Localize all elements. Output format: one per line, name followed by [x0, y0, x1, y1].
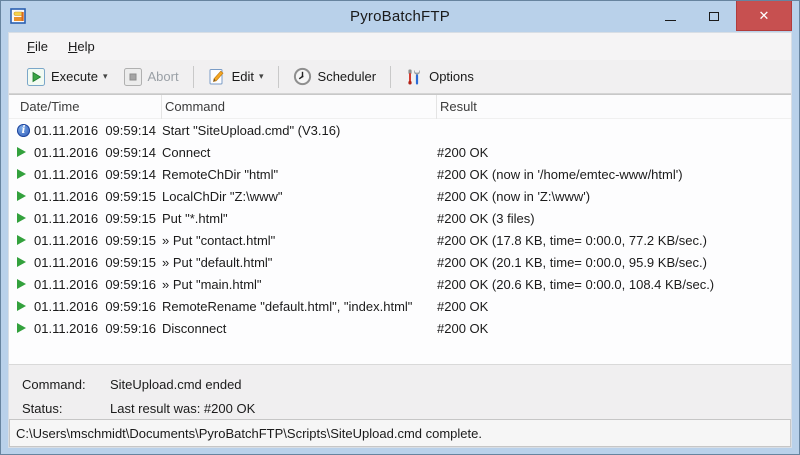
- table-row[interactable]: 01.11.2016 09:59:15 » Put "contact.html"…: [9, 229, 791, 251]
- toolbar-separator: [390, 66, 391, 88]
- statusbar-text: C:\Users\mschmidt\Documents\PyroBatchFTP…: [16, 426, 482, 441]
- table-row[interactable]: 01.11.2016 09:59:16 Disconnect #200 OK: [9, 317, 791, 339]
- abort-icon: [124, 68, 142, 86]
- column-header-command[interactable]: Command: [162, 95, 437, 119]
- table-row[interactable]: 01.11.2016 09:59:14 Start "SiteUpload.cm…: [9, 119, 791, 141]
- row-command: Put "*.html": [162, 211, 437, 226]
- column-header-datetime[interactable]: Date/Time: [17, 95, 162, 119]
- row-result: #200 OK: [437, 299, 791, 314]
- close-button[interactable]: ✕: [736, 1, 792, 31]
- menubar: File Help: [9, 33, 791, 60]
- scheduler-button[interactable]: Scheduler: [285, 63, 385, 90]
- edit-dropdown-caret: ▾: [259, 71, 264, 82]
- options-label: Options: [429, 69, 474, 84]
- table-row[interactable]: 01.11.2016 09:59:15 LocalChDir "Z:\www" …: [9, 185, 791, 207]
- play-icon: [17, 147, 26, 157]
- abort-button[interactable]: Abort: [116, 64, 187, 90]
- toolbar-separator: [278, 66, 279, 88]
- abort-label: Abort: [148, 69, 179, 84]
- log-header: Date/Time Command Result: [9, 95, 791, 119]
- play-icon: [17, 235, 26, 245]
- row-result: #200 OK (20.6 KB, time= 0:00.0, 108.4 KB…: [437, 277, 791, 292]
- play-icon: [17, 279, 26, 289]
- row-datetime: 01.11.2016 09:59:14: [34, 145, 162, 160]
- row-command: » Put "default.html": [162, 255, 437, 270]
- menu-file[interactable]: File: [17, 35, 58, 58]
- statusbar: C:\Users\mschmidt\Documents\PyroBatchFTP…: [9, 419, 791, 447]
- row-result: #200 OK (3 files): [437, 211, 791, 226]
- row-datetime: 01.11.2016 09:59:14: [34, 123, 162, 138]
- info-icon: [17, 124, 30, 137]
- command-value: SiteUpload.cmd ended: [110, 377, 242, 392]
- column-header-result[interactable]: Result: [437, 95, 791, 119]
- scheduler-icon: [293, 67, 312, 86]
- row-command: RemoteRename "default.html", "index.html…: [162, 299, 437, 314]
- row-result: #200 OK (17.8 KB, time= 0:00.0, 77.2 KB/…: [437, 233, 791, 248]
- execute-label: Execute: [51, 69, 98, 84]
- play-icon: [17, 257, 26, 267]
- table-row[interactable]: 01.11.2016 09:59:14 Connect #200 OK: [9, 141, 791, 163]
- row-datetime: 01.11.2016 09:59:16: [34, 277, 162, 292]
- menu-help[interactable]: Help: [58, 35, 105, 58]
- edit-label: Edit: [232, 69, 254, 84]
- row-datetime: 01.11.2016 09:59:16: [34, 299, 162, 314]
- status-label: Status:: [22, 401, 110, 416]
- row-datetime: 01.11.2016 09:59:14: [34, 167, 162, 182]
- command-label: Command:: [22, 377, 110, 392]
- play-icon: [17, 169, 26, 179]
- minimize-button[interactable]: [648, 1, 692, 31]
- play-icon: [17, 191, 26, 201]
- row-command: LocalChDir "Z:\www": [162, 189, 437, 204]
- row-datetime: 01.11.2016 09:59:15: [34, 189, 162, 204]
- toolbar-separator: [193, 66, 194, 88]
- row-result: #200 OK (now in '/home/emtec-www/html'): [437, 167, 791, 182]
- table-row[interactable]: 01.11.2016 09:59:14 RemoteChDir "html" #…: [9, 163, 791, 185]
- row-command: RemoteChDir "html": [162, 167, 437, 182]
- row-result: #200 OK: [437, 145, 791, 160]
- log-listview: Date/Time Command Result 01.11.2016 09:5…: [9, 94, 791, 364]
- titlebar: PyroBatchFTP ✕: [1, 1, 799, 32]
- row-command: Disconnect: [162, 321, 437, 336]
- play-icon: [17, 323, 26, 333]
- row-command: » Put "contact.html": [162, 233, 437, 248]
- app-window: PyroBatchFTP ✕ File Help: [0, 0, 800, 455]
- close-icon: ✕: [759, 9, 770, 22]
- execute-dropdown-caret: ▾: [103, 71, 108, 82]
- minimize-icon: [665, 20, 676, 21]
- execute-icon: [27, 68, 45, 86]
- edit-icon: [208, 68, 226, 86]
- table-row[interactable]: 01.11.2016 09:59:16 RemoteRename "defaul…: [9, 295, 791, 317]
- status-panel: Command: SiteUpload.cmd ended Status: La…: [9, 364, 791, 419]
- row-datetime: 01.11.2016 09:59:15: [34, 255, 162, 270]
- row-command: » Put "main.html": [162, 277, 437, 292]
- maximize-button[interactable]: [692, 1, 736, 31]
- row-result: #200 OK: [437, 321, 791, 336]
- play-icon: [17, 213, 26, 223]
- table-row[interactable]: 01.11.2016 09:59:15 » Put "default.html"…: [9, 251, 791, 273]
- row-command: Start "SiteUpload.cmd" (V3.16): [162, 123, 437, 138]
- row-result: #200 OK (20.1 KB, time= 0:00.0, 95.9 KB/…: [437, 255, 791, 270]
- options-icon: [405, 68, 423, 86]
- row-command: Connect: [162, 145, 437, 160]
- row-datetime: 01.11.2016 09:59:16: [34, 321, 162, 336]
- options-button[interactable]: Options: [397, 64, 482, 90]
- scheduler-label: Scheduler: [318, 69, 377, 84]
- table-row[interactable]: 01.11.2016 09:59:16 » Put "main.html" #2…: [9, 273, 791, 295]
- table-row[interactable]: 01.11.2016 09:59:15 Put "*.html" #200 OK…: [9, 207, 791, 229]
- row-result: #200 OK (now in 'Z:\www'): [437, 189, 791, 204]
- maximize-icon: [709, 12, 719, 21]
- row-datetime: 01.11.2016 09:59:15: [34, 211, 162, 226]
- edit-button[interactable]: Edit ▾: [200, 64, 272, 90]
- play-icon: [17, 301, 26, 311]
- execute-button[interactable]: Execute ▾: [19, 64, 116, 90]
- status-value: Last result was: #200 OK: [110, 401, 255, 416]
- row-datetime: 01.11.2016 09:59:15: [34, 233, 162, 248]
- log-rows: 01.11.2016 09:59:14 Start "SiteUpload.cm…: [9, 119, 791, 364]
- toolbar: Execute ▾ Abort Edit ▾: [9, 60, 791, 94]
